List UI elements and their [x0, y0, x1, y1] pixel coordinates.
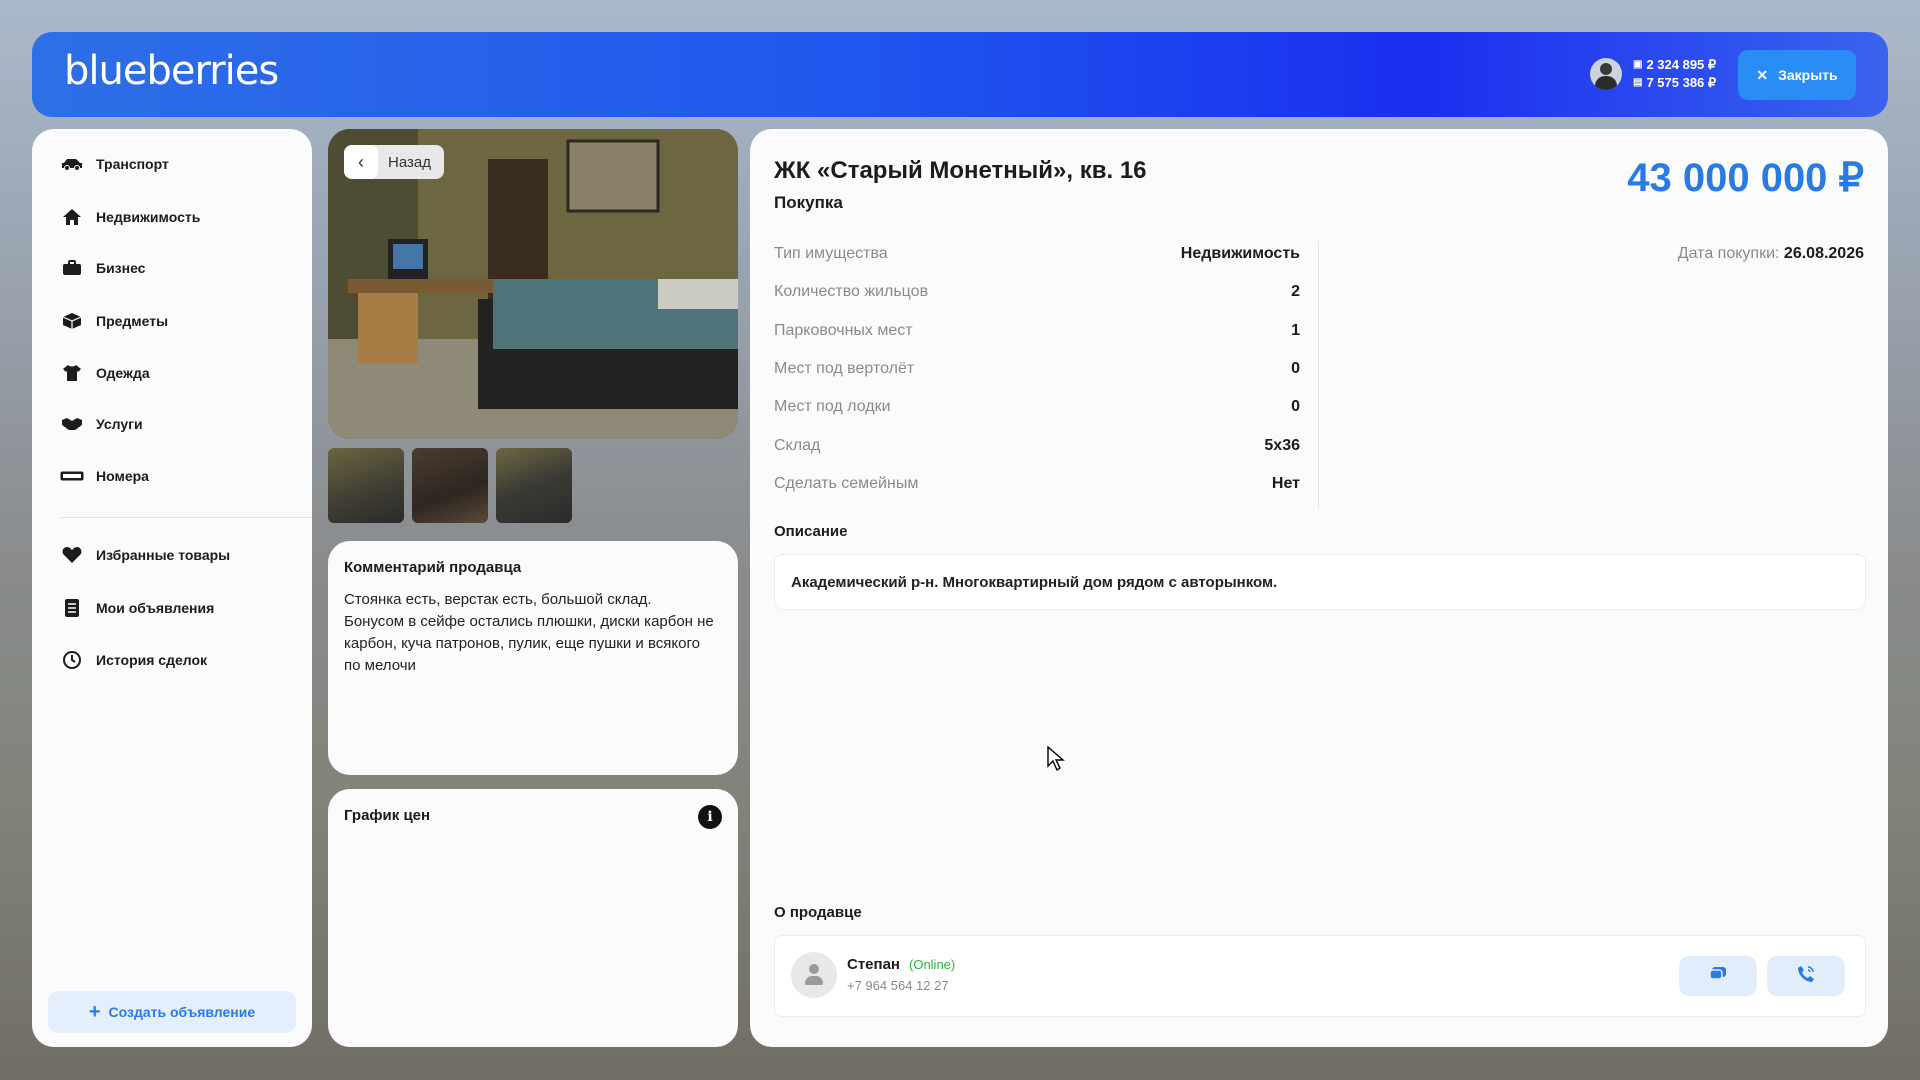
sidebar-item-my-ads[interactable]: Мои объявления	[60, 598, 214, 618]
call-button[interactable]	[1767, 956, 1845, 996]
back-button[interactable]: ‹ Назад	[344, 145, 444, 179]
home-icon	[60, 208, 84, 226]
seller-name: Степан	[847, 956, 900, 973]
property-row: Мест под лодки 0	[774, 398, 1300, 415]
property-row: Тип имущества Недвижимость	[774, 245, 1300, 262]
price-chart-title: График цен	[344, 807, 431, 824]
purchase-date: Дата покупки: 26.08.2026	[1677, 245, 1864, 262]
history-icon	[60, 650, 84, 670]
heart-icon	[60, 546, 84, 564]
description-box: Академический р-н. Многоквартирный дом р…	[774, 554, 1866, 610]
car-icon	[60, 157, 84, 171]
balance-cash: 2 324 895 ₽	[1646, 57, 1717, 72]
property-row: Количество жильцов 2	[774, 283, 1300, 300]
description-title: Описание	[774, 523, 848, 540]
sidebar-item-services[interactable]: Услуги	[60, 416, 143, 432]
sidebar: Транспорт Недвижимость Бизнес Предметы О…	[32, 129, 312, 1047]
briefcase-icon	[60, 260, 84, 276]
gallery-thumbnail[interactable]	[328, 448, 404, 523]
property-row: Склад 5x36	[774, 437, 1300, 454]
property-row: Парковочных мест 1	[774, 322, 1300, 339]
seller-card: Степан (Online) +7 964 564 12 27	[774, 935, 1866, 1017]
seller-section-title: О продавце	[774, 904, 862, 921]
sidebar-item-clothes[interactable]: Одежда	[60, 364, 150, 382]
sidebar-item-favorites[interactable]: Избранные товары	[60, 546, 230, 564]
sidebar-divider	[60, 517, 312, 518]
listing-title: ЖК «Старый Монетный», кв. 16	[774, 157, 1147, 184]
top-header: blueberries ▣ 2 324 895 ₽ ▤ 7 575 386 ₽ ✕ …	[32, 32, 1888, 117]
gallery-thumbnail[interactable]	[412, 448, 488, 523]
create-listing-button[interactable]: + Создать объявление	[48, 991, 296, 1033]
phone-icon	[1797, 965, 1815, 988]
sidebar-item-plates[interactable]: Номера	[60, 468, 149, 484]
bank-card-icon: ▤	[1633, 77, 1643, 88]
property-row: Сделать семейным Нет	[774, 475, 1300, 492]
balance-bank: 7 575 386 ₽	[1646, 75, 1717, 90]
seller-status: (Online)	[909, 957, 956, 972]
listing-price: 43 000 000 ₽	[1627, 156, 1864, 200]
close-icon: ✕	[1756, 66, 1769, 83]
handshake-icon	[60, 417, 84, 431]
shirt-icon	[60, 364, 84, 382]
mouse-cursor-icon	[1047, 746, 1065, 772]
list-icon	[60, 598, 84, 618]
box-icon	[60, 312, 84, 330]
seller-comment-title: Комментарий продавца	[344, 559, 522, 576]
description-text: Академический р-н. Многоквартирный дом р…	[791, 573, 1278, 591]
close-button[interactable]: ✕ Закрыть	[1738, 50, 1856, 100]
main-photo[interactable]: ‹ Назад	[328, 129, 738, 439]
plus-icon: +	[88, 1000, 101, 1023]
seller-comment-text: Стоянка есть, верстак есть, большой скла…	[344, 591, 714, 674]
column-divider	[1318, 241, 1319, 509]
property-row: Мест под вертолёт 0	[774, 360, 1300, 377]
info-icon[interactable]: i	[698, 805, 722, 829]
chat-icon	[1709, 966, 1727, 987]
message-button[interactable]	[1679, 956, 1757, 996]
sidebar-item-items[interactable]: Предметы	[60, 312, 168, 330]
player-avatar[interactable]	[1590, 58, 1622, 90]
seller-phone: +7 964 564 12 27	[847, 978, 949, 993]
seller-avatar	[791, 952, 837, 998]
chevron-left-icon: ‹	[344, 145, 378, 179]
sidebar-item-business[interactable]: Бизнес	[60, 260, 145, 276]
sidebar-item-transport[interactable]: Транспорт	[60, 156, 169, 172]
price-chart-card: График цен i	[328, 789, 738, 1047]
wallet-icon: ▣	[1633, 59, 1643, 70]
listing-detail: ЖК «Старый Монетный», кв. 16 Покупка 43 …	[750, 129, 1888, 1047]
listing-type: Покупка	[774, 193, 843, 212]
seller-comment-card: Комментарий продавца Стоянка есть, верст…	[328, 541, 738, 775]
plate-icon	[60, 471, 84, 481]
gallery-thumbnail[interactable]	[496, 448, 572, 523]
sidebar-item-history[interactable]: История сделок	[60, 650, 207, 670]
logo: blueberries	[64, 48, 279, 94]
close-label: Закрыть	[1778, 67, 1838, 83]
sidebar-item-realty[interactable]: Недвижимость	[60, 208, 200, 226]
balances: ▣ 2 324 895 ₽ ▤ 7 575 386 ₽	[1633, 56, 1716, 92]
